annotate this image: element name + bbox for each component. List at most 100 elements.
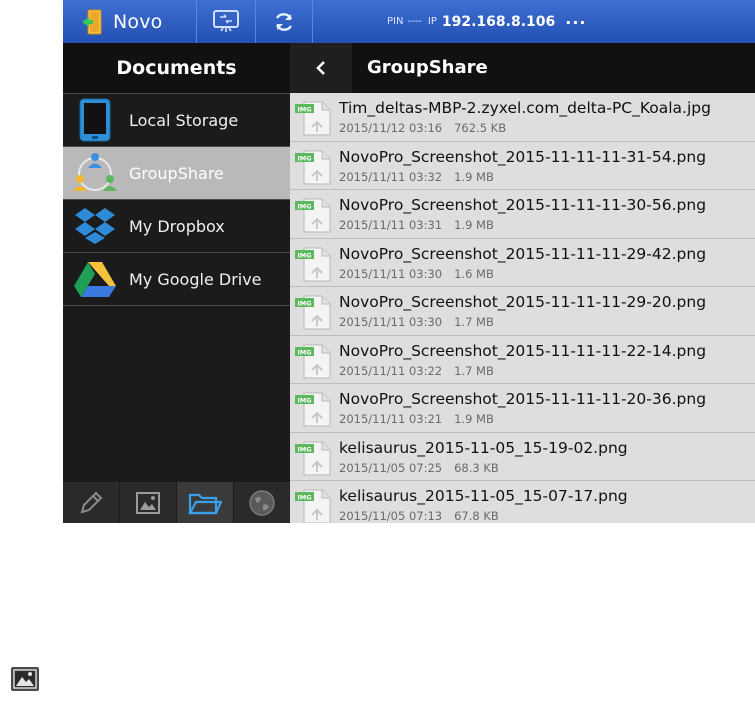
- img-badge: IMG: [297, 154, 311, 162]
- sidebar-item-local-storage[interactable]: Local Storage: [63, 93, 290, 146]
- image-file-icon: IMG: [294, 294, 332, 330]
- file-meta: 2015/11/12 03:16 762.5 KB: [339, 121, 506, 135]
- file-name: Tim_deltas-MBP-2.zyxel.com_delta-PC_Koal…: [339, 99, 711, 117]
- file-row[interactable]: IMG NovoPro_Screenshot_2015-11-11-11-29-2…: [290, 287, 755, 336]
- file-meta: 2015/11/11 03:22 1.7 MB: [339, 364, 494, 378]
- sidebar-item-groupshare[interactable]: GroupShare: [63, 146, 290, 199]
- file-size: 1.7 MB: [454, 315, 494, 329]
- sidebar-item-label: GroupShare: [129, 163, 224, 183]
- novo-app-window: Novo PIN ---- IP 192.168.8.106 ... Docum…: [63, 0, 755, 523]
- image-file-icon: IMG: [294, 488, 332, 523]
- pin-value: ----: [407, 16, 422, 27]
- tab-annotate[interactable]: [63, 482, 120, 523]
- sidebar-item-label: Local Storage: [129, 110, 239, 130]
- file-meta: 2015/11/11 03:30 1.7 MB: [339, 315, 494, 329]
- file-date: 2015/11/11 03:22: [339, 363, 443, 378]
- file-size: 1.6 MB: [454, 266, 494, 281]
- file-meta: 2015/11/11 03:31 1.9 MB: [339, 218, 494, 232]
- img-badge: IMG: [297, 299, 311, 307]
- img-badge: IMG: [297, 445, 311, 453]
- file-size: 1.9 MB: [454, 169, 494, 184]
- image-file-icon: IMG: [294, 246, 332, 282]
- sidebar-item-my-dropbox[interactable]: My Dropbox: [63, 199, 290, 252]
- file-name: NovoPro_Screenshot_2015-11-11-11-22-14.p…: [339, 341, 707, 360]
- file-row[interactable]: IMG NovoPro_Screenshot_2015-11-11-11-31-5…: [290, 141, 755, 190]
- sidebar-item-my-google-drive[interactable]: My Google Drive: [63, 252, 290, 306]
- file-size: 1.7 MB: [454, 363, 494, 378]
- image-file-icon: IMG: [294, 440, 332, 476]
- file-row[interactable]: IMG NovoPro_Screenshot_2015-11-11-11-22-1…: [290, 335, 755, 384]
- brand: Novo: [63, 0, 196, 43]
- image-icon: [136, 491, 160, 514]
- image-file-icon: IMG: [294, 149, 332, 185]
- file-row[interactable]: IMG NovoPro_Screenshot_2015-11-11-11-20-3…: [290, 384, 755, 433]
- tab-documents[interactable]: [177, 482, 234, 523]
- img-badge: IMG: [297, 493, 311, 501]
- file-name: NovoPro_Screenshot_2015-11-11-11-31-54.p…: [339, 147, 707, 166]
- file-meta: 2015/11/11 03:21 1.9 MB: [339, 412, 494, 426]
- file-date: 2015/11/05 07:13: [339, 509, 443, 523]
- img-badge: IMG: [297, 251, 311, 259]
- pin-label: PIN: [387, 16, 404, 27]
- refresh-icon: [275, 12, 293, 31]
- ip-address: 192.168.8.106: [441, 13, 556, 30]
- file-meta: 2015/11/05 07:25 68.3 KB: [339, 461, 499, 475]
- tablet-icon: [71, 97, 119, 143]
- file-size: 762.5 KB: [454, 121, 507, 135]
- globe-icon: [249, 489, 275, 516]
- connection-status: PIN ---- IP 192.168.8.106 ...: [313, 0, 755, 43]
- storage-source-list: Local Storage GroupShare My Dropbox My G…: [63, 93, 290, 306]
- file-name: NovoPro_Screenshot_2015-11-11-11-30-56.p…: [339, 196, 707, 214]
- sidebar-item-label: My Dropbox: [129, 216, 225, 236]
- file-row[interactable]: IMG NovoPro_Screenshot_2015-11-11-11-29-4…: [290, 238, 755, 287]
- file-list: IMG Tim_deltas-MBP-2.zyxel.com_delta-PC_K…: [290, 93, 755, 523]
- img-badge: IMG: [297, 105, 311, 113]
- file-row[interactable]: IMG kelisaurus_2015-11-05_15-07-17.png 201…: [290, 481, 755, 523]
- pencil-icon: [80, 491, 103, 513]
- image-file-icon: IMG: [294, 197, 332, 233]
- file-meta: 2015/11/11 03:32 1.9 MB: [339, 170, 494, 184]
- file-date: 2015/11/05 07:25: [339, 460, 443, 475]
- documents-title: Documents: [116, 57, 237, 79]
- groupshare-icon: [71, 150, 119, 196]
- file-date: 2015/11/11 03:21: [339, 412, 443, 426]
- file-date: 2015/11/11 03:30: [339, 315, 443, 329]
- file-date: 2015/11/12 03:16: [339, 121, 443, 135]
- google-drive-icon: [71, 256, 119, 302]
- ip-label: IP: [427, 16, 437, 27]
- dropbox-icon: [71, 203, 119, 249]
- folder-header: GroupShare: [290, 43, 755, 93]
- file-meta: 2015/11/11 03:30 1.6 MB: [339, 267, 494, 281]
- image-file-icon: IMG: [294, 100, 332, 136]
- more-icon[interactable]: ...: [565, 9, 586, 28]
- file-size: 1.9 MB: [454, 412, 494, 426]
- img-badge: IMG: [297, 348, 311, 356]
- file-name: NovoPro_Screenshot_2015-11-11-11-29-42.p…: [339, 244, 707, 263]
- img-badge: IMG: [297, 396, 311, 404]
- tab-gallery[interactable]: [120, 482, 177, 523]
- back-button[interactable]: [290, 43, 352, 93]
- tab-browser[interactable]: [234, 482, 290, 523]
- refresh-button[interactable]: [256, 0, 312, 43]
- app-name: Novo: [113, 10, 163, 33]
- bottom-tab-bar: [63, 482, 290, 523]
- sidebar-item-label: My Google Drive: [129, 269, 262, 289]
- present-button[interactable]: [196, 0, 255, 43]
- screen-mirror-icon: [212, 9, 239, 32]
- folder-title: GroupShare: [367, 57, 488, 78]
- file-row[interactable]: IMG NovoPro_Screenshot_2015-11-11-11-30-5…: [290, 190, 755, 239]
- file-name: kelisaurus_2015-11-05_15-07-17.png: [339, 487, 628, 505]
- file-row[interactable]: IMG kelisaurus_2015-11-05_15-19-02.png 201…: [290, 432, 755, 481]
- folder-icon: [188, 493, 222, 514]
- file-date: 2015/11/11 03:32: [339, 169, 443, 184]
- image-icon: [10, 666, 40, 692]
- image-file-icon: IMG: [294, 391, 332, 427]
- file-size: 67.8 KB: [454, 509, 499, 523]
- file-row[interactable]: IMG Tim_deltas-MBP-2.zyxel.com_delta-PC_K…: [290, 93, 755, 142]
- file-name: NovoPro_Screenshot_2015-11-11-11-20-36.p…: [339, 390, 707, 408]
- file-size: 68.3 KB: [454, 460, 499, 475]
- file-size: 1.9 MB: [454, 218, 494, 232]
- documents-header: Documents: [63, 43, 290, 93]
- novo-logo-icon: [81, 9, 103, 35]
- image-file-icon: IMG: [294, 343, 332, 379]
